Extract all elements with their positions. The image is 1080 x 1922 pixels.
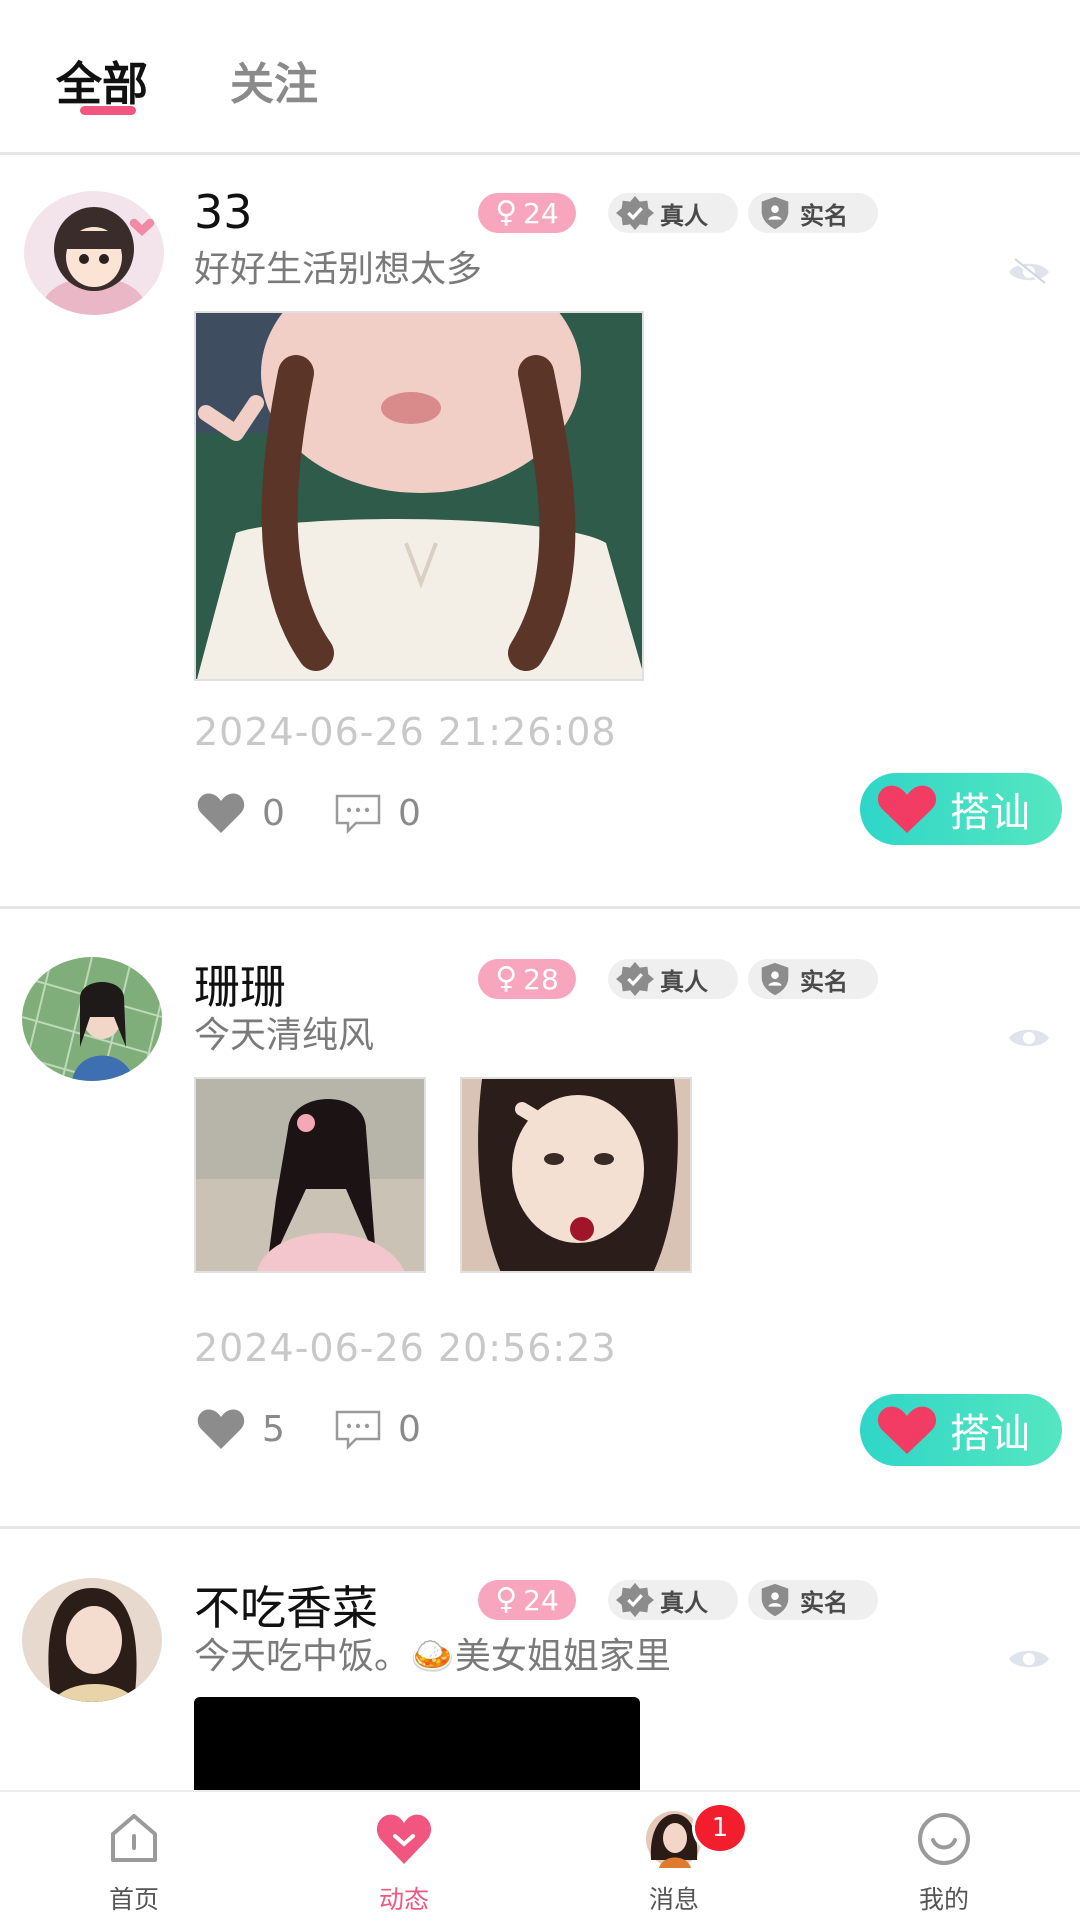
- user-avatar[interactable]: [22, 957, 162, 1081]
- age-badge: ♀ 24: [478, 193, 576, 233]
- verified-star-icon: [616, 195, 654, 231]
- shield-user-icon: [761, 1583, 789, 1617]
- eye-icon[interactable]: [1006, 1023, 1052, 1053]
- tab-all[interactable]: 全部: [56, 48, 148, 114]
- nav-dynamic[interactable]: 动态: [324, 1792, 484, 1922]
- feed-post: 珊珊 ♀ 28 真人 实名 今天清纯风 2024-06-26 20:56:23 …: [0, 921, 1080, 1521]
- nav-home-label: 首页: [108, 1885, 159, 1914]
- chat-up-button[interactable]: 搭讪: [860, 1394, 1062, 1466]
- feed-post: 不吃香菜 ♀ 24 真人 实名 今天吃中饭。🍛美女姐姐家里: [0, 1542, 1080, 1790]
- post-photo[interactable]: [460, 1077, 692, 1273]
- heart-icon: [877, 785, 937, 833]
- chat-up-label: 搭讪: [950, 1411, 1030, 1457]
- bottom-nav: 首页 动态 1 消息 我的: [0, 1790, 1080, 1922]
- user-avatar[interactable]: [24, 191, 164, 315]
- real-person-label: 真人: [660, 201, 708, 230]
- like-count: 5: [262, 1409, 285, 1450]
- real-person-label: 真人: [660, 1588, 708, 1617]
- female-icon: ♀: [495, 961, 518, 996]
- real-name-label: 实名: [800, 1588, 848, 1617]
- real-person-label: 真人: [660, 967, 708, 996]
- real-person-tag: 真人: [608, 193, 738, 233]
- age-badge: ♀ 24: [478, 1580, 576, 1620]
- real-person-tag: 真人: [608, 959, 738, 999]
- nav-messages-label: 消息: [648, 1885, 699, 1914]
- post-photo[interactable]: [194, 311, 644, 681]
- comment-icon[interactable]: [334, 793, 382, 835]
- nav-messages[interactable]: 1 消息: [594, 1792, 754, 1922]
- heart-like-icon[interactable]: [196, 1407, 246, 1451]
- post-timestamp: 2024-06-26 21:26:08: [194, 710, 617, 754]
- real-name-tag: 实名: [748, 959, 878, 999]
- age-value: 24: [523, 1583, 559, 1617]
- divider: [0, 906, 1080, 909]
- username: 33: [194, 185, 253, 239]
- eye-hidden-icon[interactable]: [1006, 257, 1052, 287]
- chat-up-button[interactable]: 搭讪: [860, 773, 1062, 845]
- comment-count: 0: [398, 793, 421, 834]
- nav-me[interactable]: 我的: [864, 1792, 1024, 1922]
- top-tab-bar: 全部 关注: [0, 0, 1080, 154]
- post-text: 今天清纯风: [194, 1015, 375, 1056]
- home-icon: [111, 1814, 157, 1862]
- post-text: 好好生活别想太多: [194, 249, 483, 290]
- heart-like-icon[interactable]: [196, 791, 246, 835]
- real-name-label: 实名: [800, 201, 848, 230]
- tab-follow[interactable]: 关注: [230, 48, 318, 112]
- female-icon: ♀: [495, 195, 518, 230]
- post-timestamp: 2024-06-26 20:56:23: [194, 1326, 617, 1370]
- post-text: 今天吃中饭。🍛美女姐姐家里: [194, 1636, 671, 1677]
- real-name-tag: 实名: [748, 193, 878, 233]
- user-avatar[interactable]: [22, 1578, 162, 1702]
- feed-post: 33 ♀ 24 真人 实名 好好生活别想太多 2024-06-26 21:26:…: [0, 155, 1080, 905]
- age-value: 28: [523, 962, 559, 996]
- nav-home[interactable]: 首页: [54, 1792, 214, 1922]
- divider: [0, 1526, 1080, 1529]
- real-name-label: 实名: [800, 967, 848, 996]
- heart-nav-icon: [376, 1814, 432, 1864]
- age-badge: ♀ 28: [478, 959, 576, 999]
- post-photo[interactable]: [194, 1077, 426, 1273]
- female-icon: ♀: [495, 1582, 518, 1617]
- eye-icon[interactable]: [1006, 1644, 1052, 1674]
- verified-star-icon: [616, 961, 654, 997]
- like-count: 0: [262, 793, 285, 834]
- unread-badge: 1: [692, 1802, 748, 1854]
- post-video[interactable]: [194, 1697, 640, 1790]
- real-name-tag: 实名: [748, 1580, 878, 1620]
- comment-count: 0: [398, 1409, 421, 1450]
- smile-icon: [918, 1813, 970, 1865]
- shield-user-icon: [761, 196, 789, 230]
- chat-up-label: 搭讪: [950, 790, 1030, 836]
- nav-me-label: 我的: [918, 1885, 969, 1914]
- shield-user-icon: [761, 962, 789, 996]
- nav-dynamic-label: 动态: [378, 1885, 429, 1914]
- comment-icon[interactable]: [334, 1409, 382, 1451]
- active-tab-indicator: [80, 106, 136, 115]
- verified-star-icon: [616, 1582, 654, 1618]
- age-value: 24: [523, 196, 559, 230]
- real-person-tag: 真人: [608, 1580, 738, 1620]
- heart-icon: [877, 1406, 937, 1454]
